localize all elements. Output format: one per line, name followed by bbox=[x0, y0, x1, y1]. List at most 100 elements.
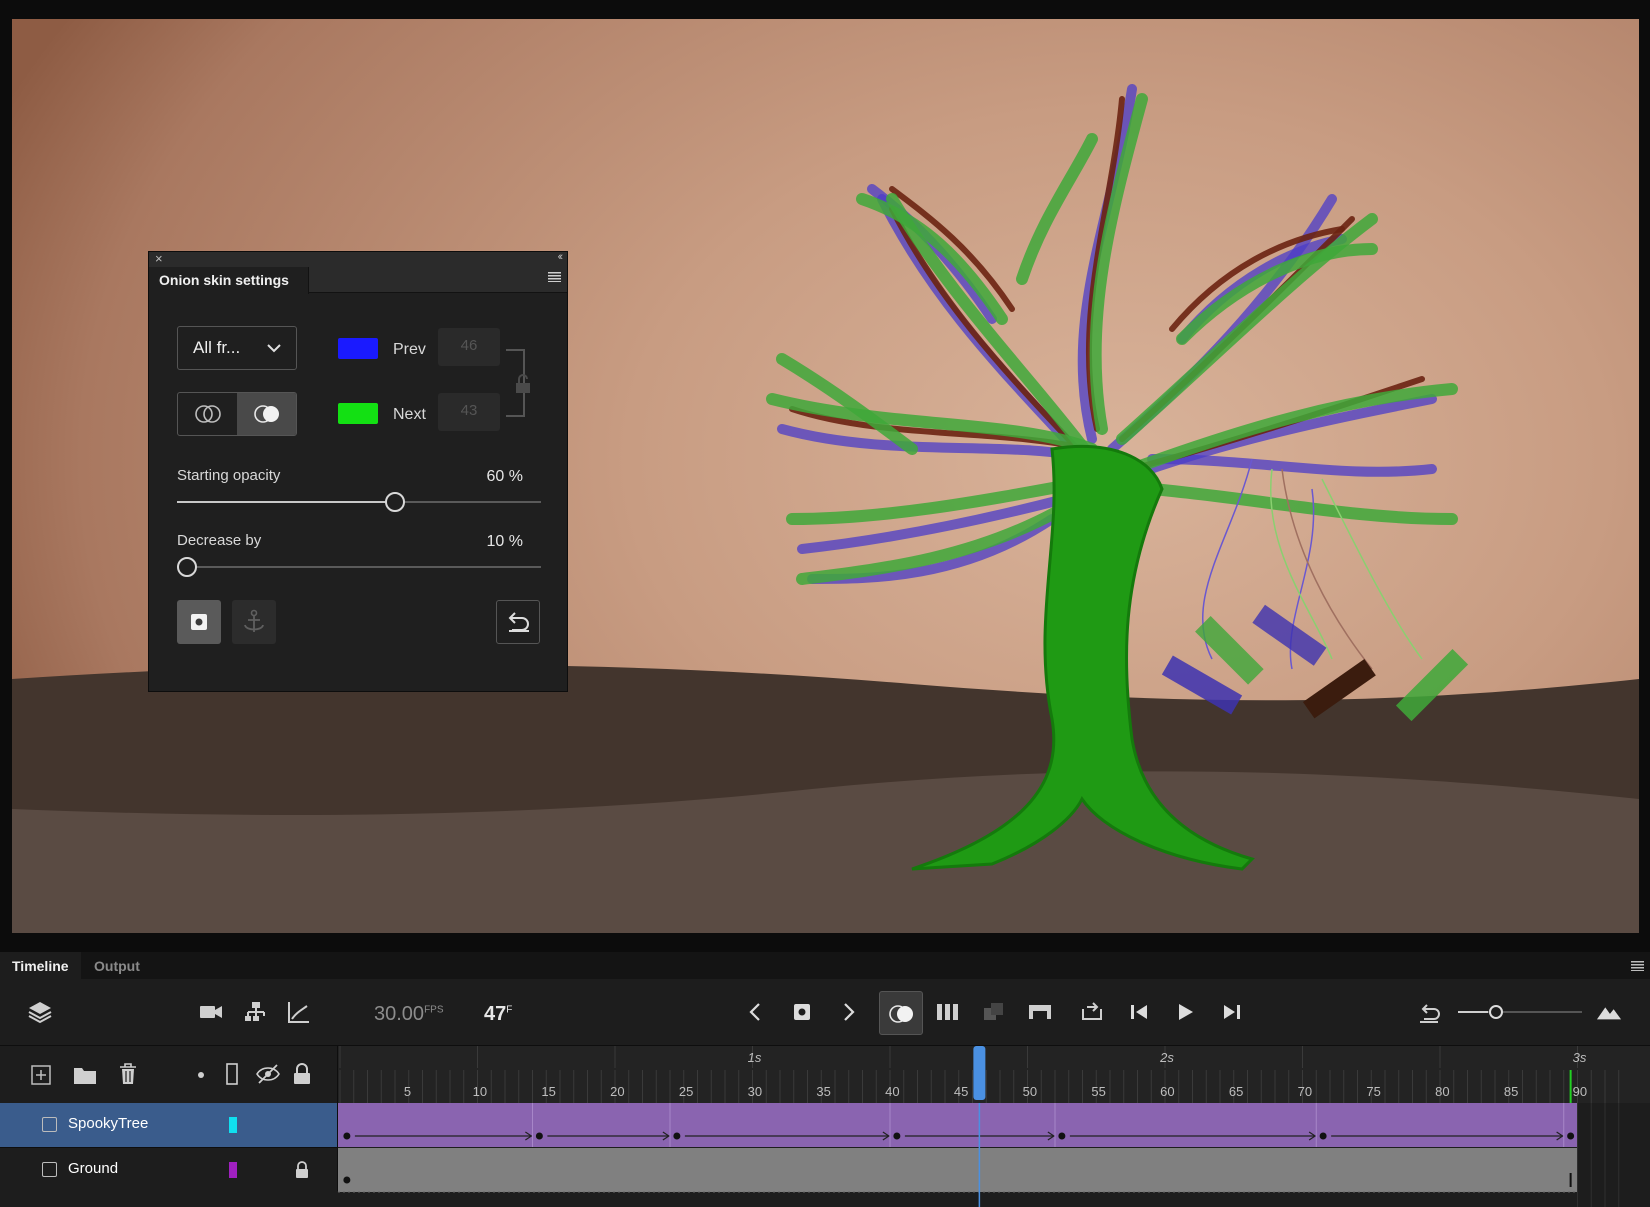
graph-editor-icon[interactable] bbox=[286, 999, 312, 1025]
link-lock-icon[interactable] bbox=[515, 374, 531, 394]
close-icon[interactable]: × bbox=[155, 251, 163, 266]
outline-layers-icon[interactable] bbox=[224, 1062, 240, 1086]
timeline-zoom-slider[interactable] bbox=[1458, 1004, 1582, 1020]
ruler-second-label: 3s bbox=[1573, 1050, 1587, 1065]
play-icon[interactable] bbox=[1172, 999, 1198, 1025]
ruler-frame-label: 15 bbox=[541, 1084, 555, 1099]
prev-label: Prev bbox=[393, 341, 426, 358]
outline-circles-icon bbox=[195, 405, 221, 423]
layer-name: Ground bbox=[68, 1160, 119, 1177]
keyframe-dot bbox=[893, 1132, 901, 1140]
new-folder-icon[interactable] bbox=[73, 1064, 97, 1086]
ground-end-frame bbox=[1569, 1173, 1572, 1187]
starting-opacity-value: 60 % bbox=[486, 468, 523, 485]
layer-type-icon bbox=[42, 1117, 57, 1132]
current-frame-value: 47 bbox=[484, 1003, 507, 1025]
filled-mode-button[interactable] bbox=[237, 393, 296, 435]
decrease-by-value: 10 % bbox=[486, 533, 523, 550]
decrease-by-thumb[interactable] bbox=[177, 557, 197, 577]
auto-keyframe-icon[interactable] bbox=[981, 999, 1007, 1025]
next-keyframe-icon[interactable] bbox=[836, 999, 862, 1025]
onion-skin-toggle[interactable] bbox=[879, 991, 923, 1035]
frames-graphics bbox=[338, 1103, 1650, 1207]
tab-timeline[interactable]: Timeline bbox=[0, 952, 81, 979]
prev-frames-input[interactable]: 46 bbox=[438, 328, 500, 366]
starting-opacity-label: Starting opacity bbox=[177, 467, 281, 484]
ruler-frame-label: 70 bbox=[1298, 1084, 1312, 1099]
keyframe-mode-button[interactable] bbox=[177, 600, 221, 644]
panel-tabrow: Onion skin settings bbox=[149, 267, 567, 294]
edit-multiple-frames-icon[interactable] bbox=[935, 999, 961, 1025]
insert-keyframe-icon[interactable] bbox=[790, 999, 816, 1025]
prev-color-swatch[interactable] bbox=[338, 338, 378, 359]
keyframe-icon bbox=[191, 614, 207, 630]
ruler-frame-label: 55 bbox=[1091, 1084, 1105, 1099]
layer-color-chip[interactable] bbox=[229, 1162, 237, 1178]
layer-row-spookytree[interactable]: SpookyTree bbox=[0, 1103, 338, 1147]
onion-skin-icon bbox=[889, 1005, 913, 1023]
timeline-ruler[interactable]: 5 10 15 20 25 30 35 40 45 50 55 60 65 70 75 80 85 90 1s 2s 3… bbox=[338, 1046, 1650, 1103]
panel-titlebar: × ‹‹ bbox=[149, 251, 567, 267]
collapse-icon[interactable]: ‹‹ bbox=[558, 251, 564, 263]
starting-opacity-fill bbox=[177, 501, 396, 503]
starting-opacity-thumb[interactable] bbox=[385, 492, 406, 512]
ruler-frame-label: 90 bbox=[1573, 1084, 1587, 1099]
current-frame-display[interactable]: 47F bbox=[484, 1003, 512, 1026]
camera-icon[interactable] bbox=[198, 999, 224, 1025]
layer-row-ground[interactable]: Ground bbox=[0, 1147, 338, 1191]
reset-button[interactable] bbox=[496, 600, 540, 644]
starting-opacity-slider[interactable] bbox=[177, 501, 541, 503]
keyframe-dot bbox=[535, 1132, 543, 1140]
reset-icon bbox=[508, 612, 529, 632]
mountains-icon[interactable] bbox=[1596, 999, 1622, 1025]
decrease-by-slider[interactable] bbox=[177, 566, 541, 568]
keyframe-dot bbox=[1567, 1132, 1575, 1140]
loop-icon[interactable] bbox=[1079, 999, 1105, 1025]
timeline-tabs: Timeline Output bbox=[0, 952, 1650, 979]
ruler-frame-label: 40 bbox=[885, 1084, 899, 1099]
timeline-panel: Timeline Output 30.00FPS 47F 5 10 15 20 … bbox=[0, 952, 1650, 1207]
ruler-frame-label: 85 bbox=[1504, 1084, 1518, 1099]
next-color-swatch[interactable] bbox=[338, 403, 378, 424]
layer-name: SpookyTree bbox=[68, 1115, 149, 1132]
timeline-menu-icon[interactable] bbox=[1631, 961, 1644, 971]
previous-keyframe-icon[interactable] bbox=[742, 999, 768, 1025]
frame-unit: F bbox=[506, 1004, 513, 1016]
frames-area[interactable] bbox=[338, 1103, 1650, 1207]
ruler-graphics: 5 10 15 20 25 30 35 40 45 50 55 60 65 70 75 80 85 90 1s 2s 3… bbox=[339, 1046, 1620, 1103]
ruler-second-label: 2s bbox=[1159, 1050, 1174, 1065]
ruler-frame-label: 5 bbox=[404, 1084, 411, 1099]
step-forward-icon[interactable] bbox=[1218, 999, 1244, 1025]
next-frames-input[interactable]: 43 bbox=[438, 393, 500, 431]
layer-parenting-icon[interactable] bbox=[243, 999, 269, 1025]
swing-ropes bbox=[1202, 458, 1423, 670]
panel-menu-icon[interactable] bbox=[548, 272, 561, 282]
fps-display[interactable]: 30.00FPS bbox=[374, 1003, 444, 1026]
center-frame-icon[interactable] bbox=[1416, 999, 1442, 1025]
step-back-icon[interactable] bbox=[1127, 999, 1153, 1025]
create-classic-tween-icon[interactable] bbox=[1027, 999, 1053, 1025]
onion-display-mode-group bbox=[177, 392, 297, 436]
layer-lock-icon[interactable] bbox=[294, 1160, 310, 1180]
ruler-frame-label: 60 bbox=[1160, 1084, 1174, 1099]
panel-tab-title[interactable]: Onion skin settings bbox=[149, 267, 309, 294]
tab-output[interactable]: Output bbox=[82, 952, 152, 979]
next-label: Next bbox=[393, 406, 426, 423]
onion-mode-dropdown[interactable]: All fr... bbox=[177, 326, 297, 370]
highlight-layers-icon[interactable] bbox=[196, 1070, 206, 1080]
ruler-frame-label: 65 bbox=[1229, 1084, 1243, 1099]
hide-layers-icon[interactable] bbox=[255, 1063, 281, 1085]
ruler-frame-label: 30 bbox=[748, 1084, 762, 1099]
lock-layers-icon[interactable] bbox=[292, 1062, 312, 1086]
fps-value: 30.00 bbox=[374, 1003, 425, 1025]
layer-color-chip[interactable] bbox=[229, 1117, 237, 1133]
trash-icon[interactable] bbox=[117, 1062, 139, 1086]
playhead-handle bbox=[973, 1046, 986, 1100]
new-layer-icon[interactable] bbox=[30, 1064, 52, 1086]
anchor-button[interactable] bbox=[232, 600, 276, 644]
ruler-frame-label: 35 bbox=[816, 1084, 830, 1099]
fps-unit: FPS bbox=[424, 1004, 444, 1016]
ground-keyframe-dot bbox=[343, 1176, 351, 1184]
outline-mode-button[interactable] bbox=[178, 393, 238, 435]
layers-icon[interactable] bbox=[27, 999, 53, 1025]
